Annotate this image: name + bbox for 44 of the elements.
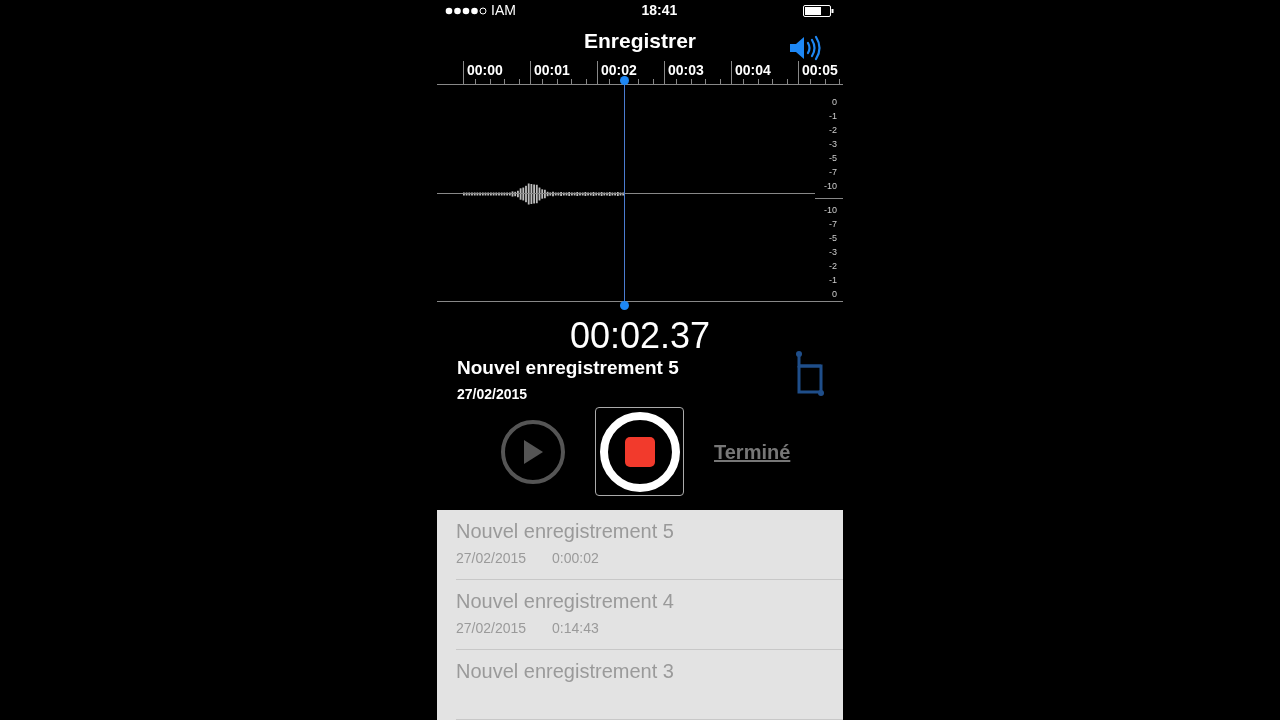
recording-name: Nouvel enregistrement 5 <box>457 356 679 380</box>
db-label: -7 <box>829 218 837 231</box>
timeline-label: 00:01 <box>533 61 570 79</box>
battery-icon <box>803 4 835 17</box>
db-label: -1 <box>829 110 837 123</box>
db-label: 0 <box>832 288 837 301</box>
timeline-label: 00:00 <box>466 61 503 79</box>
timeline-label: 00:02 <box>600 61 637 79</box>
row-duration: 0:00:02 <box>552 549 599 568</box>
timeline-label: 00:05 <box>801 61 838 79</box>
status-time: 18:41 <box>641 1 678 20</box>
timeline-label: 00:04 <box>734 61 771 79</box>
db-label: -5 <box>829 232 837 245</box>
db-label: -3 <box>829 138 837 151</box>
elapsed-time: 00:02.37 <box>569 316 711 356</box>
row-title: Nouvel enregistrement 4 <box>456 589 674 613</box>
speaker-icon[interactable] <box>789 35 823 61</box>
recording-date: 27/02/2015 <box>457 385 529 404</box>
carrier-name: IAM <box>491 1 516 20</box>
row-date: 27/02/2015 <box>456 619 527 638</box>
db-label: -1 <box>829 274 837 287</box>
done-button[interactable]: Terminé <box>714 436 791 467</box>
row-title: Nouvel enregistrement 5 <box>456 519 674 543</box>
db-label: -3 <box>829 246 837 259</box>
db-label: -10 <box>824 204 837 217</box>
recording-row[interactable]: Nouvel enregistrement 5 27/02/2015 0:00:02 <box>456 510 843 580</box>
stop-icon <box>624 436 655 467</box>
db-label: -5 <box>829 152 837 165</box>
db-label: -7 <box>829 166 837 179</box>
playhead[interactable] <box>620 76 629 310</box>
db-label: -2 <box>829 124 837 137</box>
row-date: 27/02/2015 <box>456 549 527 568</box>
play-icon <box>522 438 544 465</box>
signal-icon <box>445 6 487 15</box>
timeline-label: 00:03 <box>667 61 704 79</box>
recording-row[interactable]: Nouvel enregistrement 4 27/02/2015 0:14:43 <box>456 580 843 650</box>
row-duration: 0:14:43 <box>552 619 599 638</box>
db-label: -10 <box>824 180 837 193</box>
db-label: -2 <box>829 260 837 273</box>
nav-title: Enregistrer <box>583 28 696 55</box>
row-title: Nouvel enregistrement 3 <box>456 659 674 683</box>
db-label: 0 <box>832 96 837 109</box>
stop-record-button[interactable] <box>595 407 684 496</box>
recording-row[interactable]: Nouvel enregistrement 3 <box>456 650 843 720</box>
